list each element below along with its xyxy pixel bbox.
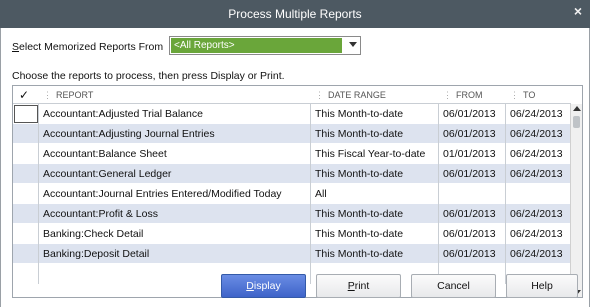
- column-header-to[interactable]: ⋮ TO: [506, 86, 571, 104]
- date-range-cell[interactable]: This Month-to-date: [311, 224, 439, 244]
- window-titlebar: Process Multiple Reports ×: [0, 0, 590, 28]
- table-row[interactable]: Accountant:Profit & Loss This Month-to-d…: [13, 204, 571, 224]
- table-row[interactable]: Banking:Check Detail This Month-to-date …: [13, 224, 571, 244]
- to-date-cell[interactable]: 06/24/2013: [506, 244, 571, 264]
- report-name-cell: Accountant:Adjusted Trial Balance: [39, 104, 311, 124]
- dropdown-selected-value: <All Reports>: [171, 38, 342, 53]
- report-name-cell: Banking:Check Detail: [39, 224, 311, 244]
- table-row[interactable]: Accountant:Adjusted Trial Balance This M…: [13, 104, 571, 124]
- table-row[interactable]: Accountant:General Ledger This Month-to-…: [13, 164, 571, 184]
- table-row[interactable]: Banking:Deposit Detail This Month-to-dat…: [13, 244, 571, 264]
- from-date-cell[interactable]: 01/01/2013: [439, 144, 506, 164]
- report-name-cell: Accountant:Balance Sheet: [39, 144, 311, 164]
- row-checkbox[interactable]: [13, 264, 39, 284]
- date-range-cell[interactable]: All: [311, 184, 439, 204]
- row-checkbox[interactable]: [13, 104, 39, 124]
- row-checkbox[interactable]: [13, 244, 39, 264]
- report-name-cell: Accountant:General Ledger: [39, 164, 311, 184]
- check-column-header[interactable]: ✓: [13, 86, 39, 104]
- column-header-date-range[interactable]: ⋮ DATE RANGE: [311, 86, 439, 104]
- to-date-cell[interactable]: 06/24/2013: [506, 204, 571, 224]
- column-label: TO: [523, 90, 536, 100]
- table-row[interactable]: Accountant:Journal Entries Entered/Modif…: [13, 184, 571, 204]
- button-label: isplay: [253, 280, 281, 292]
- label-text: elect Memorized Reports From: [19, 41, 164, 53]
- button-label: rint: [354, 280, 370, 292]
- scroll-thumb[interactable]: [573, 116, 580, 128]
- date-range-cell[interactable]: This Fiscal Year-to-date: [311, 144, 439, 164]
- row-checkbox[interactable]: [13, 164, 39, 184]
- from-date-cell[interactable]: 06/01/2013: [439, 124, 506, 144]
- button-mnemonic: D: [246, 280, 254, 292]
- label-mnemonic: S: [12, 41, 20, 53]
- report-name-cell: Accountant:Adjusting Journal Entries: [39, 124, 311, 144]
- table-row[interactable]: Accountant:Adjusting Journal Entries Thi…: [13, 124, 571, 144]
- date-range-cell[interactable]: This Month-to-date: [311, 104, 439, 124]
- date-range-cell[interactable]: This Month-to-date: [311, 124, 439, 144]
- window-title: Process Multiple Reports: [228, 7, 362, 21]
- help-button[interactable]: Help: [506, 274, 578, 298]
- date-range-cell[interactable]: This Month-to-date: [311, 204, 439, 224]
- row-checkbox[interactable]: [13, 144, 39, 164]
- to-date-cell[interactable]: 06/24/2013: [506, 164, 571, 184]
- to-date-cell[interactable]: 06/24/2013: [506, 144, 571, 164]
- row-checkbox[interactable]: [13, 224, 39, 244]
- to-date-cell[interactable]: [506, 184, 571, 204]
- button-mnemonic: P: [347, 280, 355, 292]
- column-label: FROM: [456, 90, 483, 100]
- to-date-cell[interactable]: 06/24/2013: [506, 124, 571, 144]
- cancel-button[interactable]: Cancel: [411, 274, 496, 298]
- from-date-cell[interactable]: 06/01/2013: [439, 224, 506, 244]
- from-date-cell[interactable]: 06/01/2013: [439, 244, 506, 264]
- reports-table: ✓ ⋮ REPORT ⋮ DATE RANGE ⋮ FROM ⋮ TO Accounta…: [12, 85, 583, 298]
- column-label: DATE RANGE: [328, 90, 386, 100]
- from-date-cell[interactable]: [439, 184, 506, 204]
- memorized-reports-label: Select Memorized Reports From: [12, 41, 163, 53]
- column-header-report[interactable]: ⋮ REPORT: [39, 86, 311, 104]
- print-button[interactable]: Print: [316, 274, 401, 298]
- report-name-cell: Banking:Deposit Detail: [39, 244, 311, 264]
- column-header-from[interactable]: ⋮ FROM: [439, 86, 506, 104]
- table-rows: Accountant:Adjusted Trial Balance This M…: [13, 104, 571, 284]
- vertical-scrollbar[interactable]: [570, 104, 582, 297]
- from-date-cell[interactable]: 06/01/2013: [439, 204, 506, 224]
- column-label: REPORT: [56, 90, 94, 100]
- report-name-cell: Accountant:Journal Entries Entered/Modif…: [39, 184, 311, 204]
- from-date-cell[interactable]: 06/01/2013: [439, 164, 506, 184]
- table-row[interactable]: Accountant:Balance Sheet This Fiscal Yea…: [13, 144, 571, 164]
- row-checkbox[interactable]: [13, 124, 39, 144]
- chevron-down-icon[interactable]: [349, 42, 357, 47]
- date-range-cell[interactable]: This Month-to-date: [311, 164, 439, 184]
- display-button[interactable]: Display: [221, 274, 306, 298]
- row-checkbox[interactable]: [13, 184, 39, 204]
- close-icon[interactable]: ×: [571, 4, 585, 19]
- scroll-up-icon[interactable]: [573, 106, 581, 111]
- dialog-body: Select Memorized Reports From <All Repor…: [0, 28, 590, 307]
- row-checkbox[interactable]: [13, 204, 39, 224]
- instructions-text: Choose the reports to process, then pres…: [12, 70, 285, 82]
- table-header: ✓ ⋮ REPORT ⋮ DATE RANGE ⋮ FROM ⋮ TO: [13, 86, 571, 104]
- memorized-reports-dropdown[interactable]: <All Reports>: [169, 36, 361, 55]
- to-date-cell[interactable]: 06/24/2013: [506, 104, 571, 124]
- report-name-cell: Accountant:Profit & Loss: [39, 204, 311, 224]
- date-range-cell[interactable]: This Month-to-date: [311, 244, 439, 264]
- from-date-cell[interactable]: 06/01/2013: [439, 104, 506, 124]
- to-date-cell[interactable]: 06/24/2013: [506, 224, 571, 244]
